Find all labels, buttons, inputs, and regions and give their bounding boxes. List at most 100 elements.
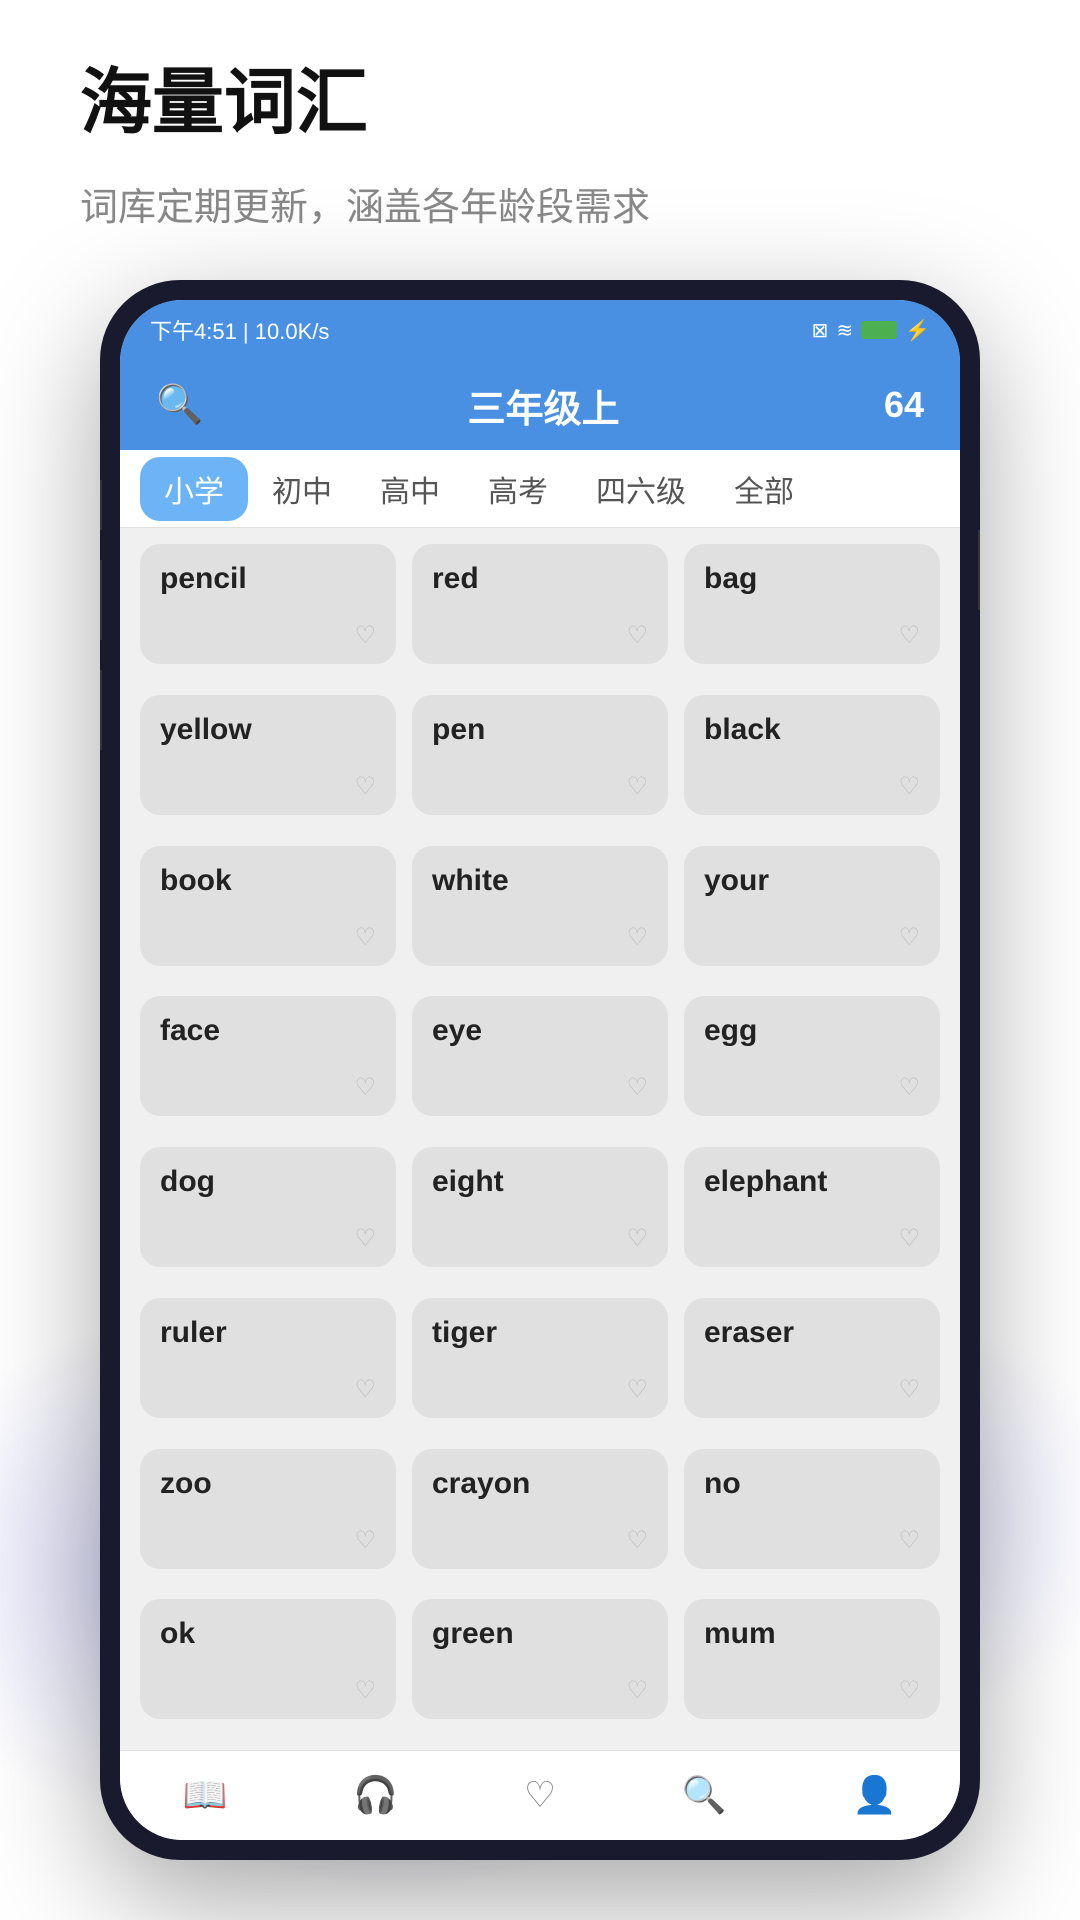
word-card-tiger[interactable]: tiger ♡ bbox=[412, 1298, 668, 1418]
word-label: ruler bbox=[160, 1316, 227, 1350]
word-card-pencil[interactable]: pencil ♡ bbox=[140, 544, 396, 664]
charging-icon: ⚡ bbox=[905, 318, 930, 343]
search-icon[interactable]: 🔍 bbox=[156, 383, 203, 427]
word-label: eraser bbox=[704, 1316, 794, 1350]
word-card-eraser[interactable]: eraser ♡ bbox=[684, 1298, 940, 1418]
word-card-ok[interactable]: ok ♡ bbox=[140, 1599, 396, 1719]
favorite-icon[interactable]: ♡ bbox=[354, 1375, 376, 1404]
word-card-eye[interactable]: eye ♡ bbox=[412, 996, 668, 1116]
favorite-icon[interactable]: ♡ bbox=[354, 1676, 376, 1705]
favorite-icon[interactable]: ♡ bbox=[626, 621, 648, 650]
favorite-icon[interactable]: ♡ bbox=[626, 1676, 648, 1705]
favorite-icon[interactable]: ♡ bbox=[354, 1526, 376, 1555]
word-label: face bbox=[160, 1014, 220, 1048]
favorite-icon[interactable]: ♡ bbox=[626, 1073, 648, 1102]
status-time: 下午4:51 | 10.0K/s bbox=[150, 314, 329, 346]
listen-nav[interactable]: 🎧 bbox=[353, 1774, 398, 1818]
word-card-eight[interactable]: eight ♡ bbox=[412, 1147, 668, 1267]
favorite-icon[interactable]: ♡ bbox=[898, 1224, 920, 1253]
word-card-ruler[interactable]: ruler ♡ bbox=[140, 1298, 396, 1418]
category-tabs: 小学初中高中高考四六级全部 bbox=[120, 450, 960, 528]
page-title: 海量词汇 bbox=[80, 60, 650, 146]
word-label: eye bbox=[432, 1014, 482, 1048]
favorite-icon[interactable]: ♡ bbox=[898, 1375, 920, 1404]
phone-btn-volume-up bbox=[100, 560, 102, 640]
favorite-icon[interactable]: ♡ bbox=[354, 1224, 376, 1253]
word-card-pen[interactable]: pen ♡ bbox=[412, 695, 668, 815]
favorite-nav[interactable]: ♡ bbox=[524, 1774, 556, 1818]
tab-高考[interactable]: 高考 bbox=[464, 457, 572, 521]
tab-四六级[interactable]: 四六级 bbox=[572, 457, 710, 521]
word-card-yellow[interactable]: yellow ♡ bbox=[140, 695, 396, 815]
status-icons: ⊠ ≋ ⚡ bbox=[812, 318, 930, 343]
word-card-dog[interactable]: dog ♡ bbox=[140, 1147, 396, 1267]
word-card-elephant[interactable]: elephant ♡ bbox=[684, 1147, 940, 1267]
word-label: mum bbox=[704, 1617, 776, 1651]
word-card-no[interactable]: no ♡ bbox=[684, 1449, 940, 1569]
favorite-icon[interactable]: ♡ bbox=[898, 621, 920, 650]
favorite-icon[interactable]: ♡ bbox=[898, 1526, 920, 1555]
word-label: book bbox=[160, 864, 232, 898]
bottom-nav: 📖 🎧 ♡ 🔍 👤 bbox=[120, 1750, 960, 1840]
tab-初中[interactable]: 初中 bbox=[248, 457, 356, 521]
word-card-your[interactable]: your ♡ bbox=[684, 846, 940, 966]
word-label: tiger bbox=[432, 1316, 497, 1350]
tab-小学[interactable]: 小学 bbox=[140, 457, 248, 521]
word-card-crayon[interactable]: crayon ♡ bbox=[412, 1449, 668, 1569]
word-label: your bbox=[704, 864, 769, 898]
word-card-red[interactable]: red♡ bbox=[412, 544, 668, 664]
word-label: yellow bbox=[160, 713, 252, 747]
explore-nav[interactable]: 🔍 bbox=[682, 1774, 727, 1818]
word-label: ok bbox=[160, 1617, 195, 1651]
favorite-icon[interactable]: ♡ bbox=[898, 923, 920, 952]
favorite-icon[interactable]: ♡ bbox=[626, 772, 648, 801]
word-label: elephant bbox=[704, 1165, 827, 1199]
word-card-zoo[interactable]: zoo ♡ bbox=[140, 1449, 396, 1569]
word-label: bag bbox=[704, 562, 757, 596]
word-label: egg bbox=[704, 1014, 757, 1048]
phone-screen: 下午4:51 | 10.0K/s ⊠ ≋ ⚡ 🔍 三年级上 64 小学初中高中高… bbox=[120, 300, 960, 1840]
word-label: black bbox=[704, 713, 781, 747]
word-label: pen bbox=[432, 713, 485, 747]
word-label: crayon bbox=[432, 1467, 530, 1501]
status-bar: 下午4:51 | 10.0K/s ⊠ ≋ ⚡ bbox=[120, 300, 960, 360]
word-label: eight bbox=[432, 1165, 504, 1199]
phone-btn-power bbox=[978, 530, 980, 610]
phone-btn-volume-silent bbox=[100, 480, 102, 530]
favorite-nav-icon: ♡ bbox=[524, 1774, 556, 1816]
phone-mockup: 下午4:51 | 10.0K/s ⊠ ≋ ⚡ 🔍 三年级上 64 小学初中高中高… bbox=[100, 280, 980, 1860]
favorite-icon[interactable]: ♡ bbox=[354, 923, 376, 952]
word-card-bag[interactable]: bag ♡ bbox=[684, 544, 940, 664]
favorite-icon[interactable]: ♡ bbox=[626, 1375, 648, 1404]
word-card-egg[interactable]: egg ♡ bbox=[684, 996, 940, 1116]
favorite-icon[interactable]: ♡ bbox=[354, 621, 376, 650]
favorite-icon[interactable]: ♡ bbox=[898, 1073, 920, 1102]
favorite-icon[interactable]: ♡ bbox=[898, 1676, 920, 1705]
favorite-icon[interactable]: ♡ bbox=[354, 1073, 376, 1102]
word-card-book[interactable]: book ♡ bbox=[140, 846, 396, 966]
word-label: white bbox=[432, 864, 509, 898]
favorite-icon[interactable]: ♡ bbox=[898, 772, 920, 801]
word-card-black[interactable]: black ♡ bbox=[684, 695, 940, 815]
vocab-nav-icon: 📖 bbox=[183, 1774, 228, 1816]
word-label: no bbox=[704, 1467, 741, 1501]
word-card-face[interactable]: face ♡ bbox=[140, 996, 396, 1116]
word-card-mum[interactable]: mum ♡ bbox=[684, 1599, 940, 1719]
listen-nav-icon: 🎧 bbox=[353, 1774, 398, 1816]
word-card-white[interactable]: white ♡ bbox=[412, 846, 668, 966]
profile-nav[interactable]: 👤 bbox=[852, 1774, 897, 1818]
word-card-green[interactable]: green ♡ bbox=[412, 1599, 668, 1719]
word-label: dog bbox=[160, 1165, 215, 1199]
word-label: green bbox=[432, 1617, 514, 1651]
word-label: pencil bbox=[160, 562, 247, 596]
favorite-icon[interactable]: ♡ bbox=[626, 923, 648, 952]
word-grid: pencil♡red♡bag♡yellow♡pen♡black♡book♡whi… bbox=[120, 528, 960, 1750]
vocab-nav[interactable]: 📖 bbox=[183, 1774, 228, 1818]
network-icon: ⊠ bbox=[812, 318, 829, 343]
tab-全部[interactable]: 全部 bbox=[710, 457, 818, 521]
word-label: zoo bbox=[160, 1467, 212, 1501]
favorite-icon[interactable]: ♡ bbox=[354, 772, 376, 801]
favorite-icon[interactable]: ♡ bbox=[626, 1224, 648, 1253]
tab-高中[interactable]: 高中 bbox=[356, 457, 464, 521]
favorite-icon[interactable]: ♡ bbox=[626, 1526, 648, 1555]
